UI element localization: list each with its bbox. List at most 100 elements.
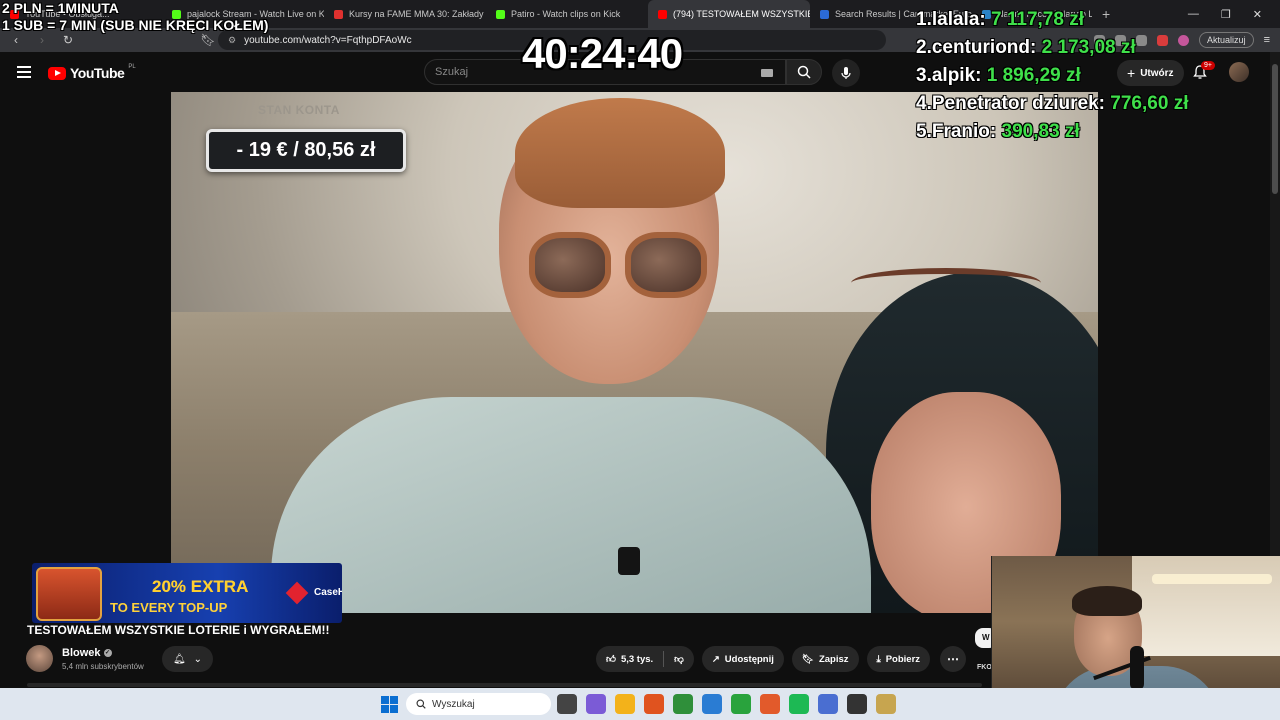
taskbar-app-icon[interactable] [731, 694, 751, 714]
taskbar-search-placeholder: Wyszukaj [432, 698, 475, 710]
like-dislike-group: 👍︎ 5,3 tys. 👎︎ [596, 646, 694, 672]
account-avatar[interactable] [1229, 62, 1249, 82]
browser-menu-icon[interactable]: ≡ [1264, 34, 1270, 46]
video-player[interactable]: STAN KONTA - 19 € / 80,56 zł [171, 92, 1098, 613]
share-button[interactable]: ↗ Udostępnij [701, 646, 784, 672]
taskbar-app-icon[interactable] [702, 694, 722, 714]
video-title: TESTOWAŁEM WSZYSTKIE LOTERIE i WYGRAŁEM!… [27, 623, 330, 637]
promo-percent: 20% EXTRA [152, 577, 249, 596]
leaderboard-row: 5.Franio: 390,83 zł [916, 121, 1080, 142]
taskbar-app-icon[interactable] [789, 694, 809, 714]
video-person-hair [515, 98, 725, 208]
sidebar-recommendation[interactable]: FKO [977, 664, 992, 671]
taskbar-app-icon[interactable] [586, 694, 606, 714]
channel-name[interactable]: Blowek ✓ [62, 647, 112, 659]
taskbar-search-input[interactable]: Wyszukaj [406, 693, 551, 715]
minimize-icon[interactable]: — [1188, 8, 1199, 20]
search-icon [416, 699, 426, 709]
download-button[interactable]: ⤓ Pobierz [866, 646, 931, 672]
taskbar-app-icon[interactable] [673, 694, 693, 714]
promo-subtitle: TO EVERY TOP-UP [110, 600, 228, 615]
browser-tab[interactable]: Kursy na FAME MMA 30: Zakłady na [324, 0, 486, 28]
thumbs-down-icon: 👎︎ [674, 654, 684, 665]
window-controls: — ❐ ✕ [1188, 0, 1280, 28]
channel-avatar[interactable] [26, 645, 53, 672]
save-label: Zapisz [818, 653, 849, 665]
search-button[interactable] [786, 59, 822, 85]
account-balance-box: - 19 € / 80,56 zł [206, 129, 406, 172]
microphone-icon [841, 67, 851, 79]
donation-leaderboard: 1.lalala: 7 117,78 zł 2.centuriond: 2 17… [916, 9, 1188, 149]
search-icon [797, 65, 811, 79]
video-lavalier-mic [618, 547, 640, 575]
leaderboard-row: 4.Penetrator dziurek: 776,60 zł [916, 93, 1189, 114]
notification-badge: 9+ [1201, 61, 1215, 70]
webcam-microphone [1130, 646, 1144, 690]
country-code: PL [128, 64, 136, 70]
donation-rule-line: 2 PLN = 1MINUTA [2, 0, 119, 16]
webcam-light-strip [1152, 574, 1272, 584]
video-person-shirt [271, 397, 871, 613]
tab-label: Kursy na FAME MMA 30: Zakłady na [349, 9, 486, 19]
cardmarket-favicon-icon [820, 9, 829, 19]
video-actions: 👍︎ 5,3 tys. 👎︎ ↗ Udostępnij 🔖︎ Zapisz ⤓ … [596, 646, 931, 672]
taskbar-app-icon[interactable] [760, 694, 780, 714]
like-count: 5,3 tys. [620, 653, 654, 665]
search-placeholder: Szukaj [435, 66, 469, 78]
account-balance-label: STAN KONTA [258, 103, 340, 117]
reload-icon[interactable]: ↻ [58, 33, 78, 47]
site-info-icon[interactable]: ⚙︎ [228, 35, 236, 46]
youtube-favicon-icon [658, 9, 667, 19]
like-button[interactable]: 👍︎ 5,3 tys. [596, 646, 663, 672]
voice-search-button[interactable] [832, 59, 860, 87]
bookmark-icon: 🔖︎ [801, 653, 814, 665]
bookmark-icon[interactable]: 🔖︎ [198, 33, 218, 47]
youtube-play-icon [48, 66, 66, 80]
share-label: Udostępnij [724, 653, 774, 665]
scrollbar-thumb[interactable] [1272, 64, 1278, 194]
leaderboard-row: 2.centuriond: 2 173,08 zł [916, 37, 1136, 58]
maximize-icon[interactable]: ❐ [1221, 8, 1231, 21]
browser-tab-active[interactable]: (794) TESTOWAŁEM WSZYSTKIE✕ [648, 0, 810, 28]
youtube-logo-text: YouTube [70, 65, 125, 81]
verified-icon: ✓ [103, 649, 112, 657]
windows-start-icon[interactable] [381, 696, 398, 713]
url-text: youtube.com/watch?v=FqthpDFAoWc [244, 34, 412, 46]
screen: YouTube • Obsługa... pajalock Stream - W… [0, 0, 1280, 720]
windows-taskbar: Wyszukaj [0, 688, 1280, 720]
dislike-button[interactable]: 👎︎ [664, 646, 694, 672]
video-sunglasses [529, 232, 719, 302]
taskbar-app-icon[interactable] [847, 694, 867, 714]
forward-icon[interactable]: › [32, 33, 52, 47]
youtube-logo[interactable]: YouTube PL [48, 64, 136, 81]
taskbar-app-icon[interactable] [615, 694, 635, 714]
taskbar-app-icon[interactable] [644, 694, 664, 714]
share-icon: ↗ [711, 653, 720, 665]
leaderboard-row: 3.alpik: 1 896,29 zł [916, 65, 1081, 86]
treasure-chest-icon [36, 567, 102, 621]
taskbar-app-icon[interactable] [818, 694, 838, 714]
browser-tab[interactable]: Patiro - Watch clips on Kick [486, 0, 648, 28]
description-divider [27, 683, 982, 687]
save-button[interactable]: 🔖︎ Zapisz [791, 646, 859, 672]
subscription-bell-button[interactable]: 🔔︎ ⌄ [162, 646, 213, 672]
subscriber-count: 5,4 mln subskrybentów [62, 662, 144, 671]
back-icon[interactable]: ‹ [6, 33, 26, 47]
taskbar-app-icon[interactable] [876, 694, 896, 714]
more-actions-button[interactable]: ⋯ [940, 646, 966, 672]
taskbar-app-icon[interactable] [557, 694, 577, 714]
thumbs-up-icon: 👍︎ [606, 654, 616, 665]
subscription-rule-line: 1 SUB = 7 MIN (SUB NIE KRĘCI KOŁEM) [2, 17, 269, 33]
download-icon: ⤓ [876, 653, 881, 665]
leaderboard-row: 1.lalala: 7 117,78 zł [916, 9, 1084, 30]
menu-icon[interactable] [17, 66, 31, 78]
taskbar-apps [557, 694, 896, 714]
promo-brand: CaseHug [314, 587, 342, 598]
close-window-icon[interactable]: ✕ [1253, 8, 1262, 21]
webcam-streamer-hair [1072, 586, 1142, 616]
bell-icon: 🔔︎ [172, 653, 186, 665]
sts-favicon-icon [334, 9, 343, 19]
video-sunglasses-on-head [851, 268, 1041, 298]
keyboard-icon[interactable] [761, 69, 773, 77]
update-button[interactable]: Aktualizuj [1199, 32, 1254, 48]
